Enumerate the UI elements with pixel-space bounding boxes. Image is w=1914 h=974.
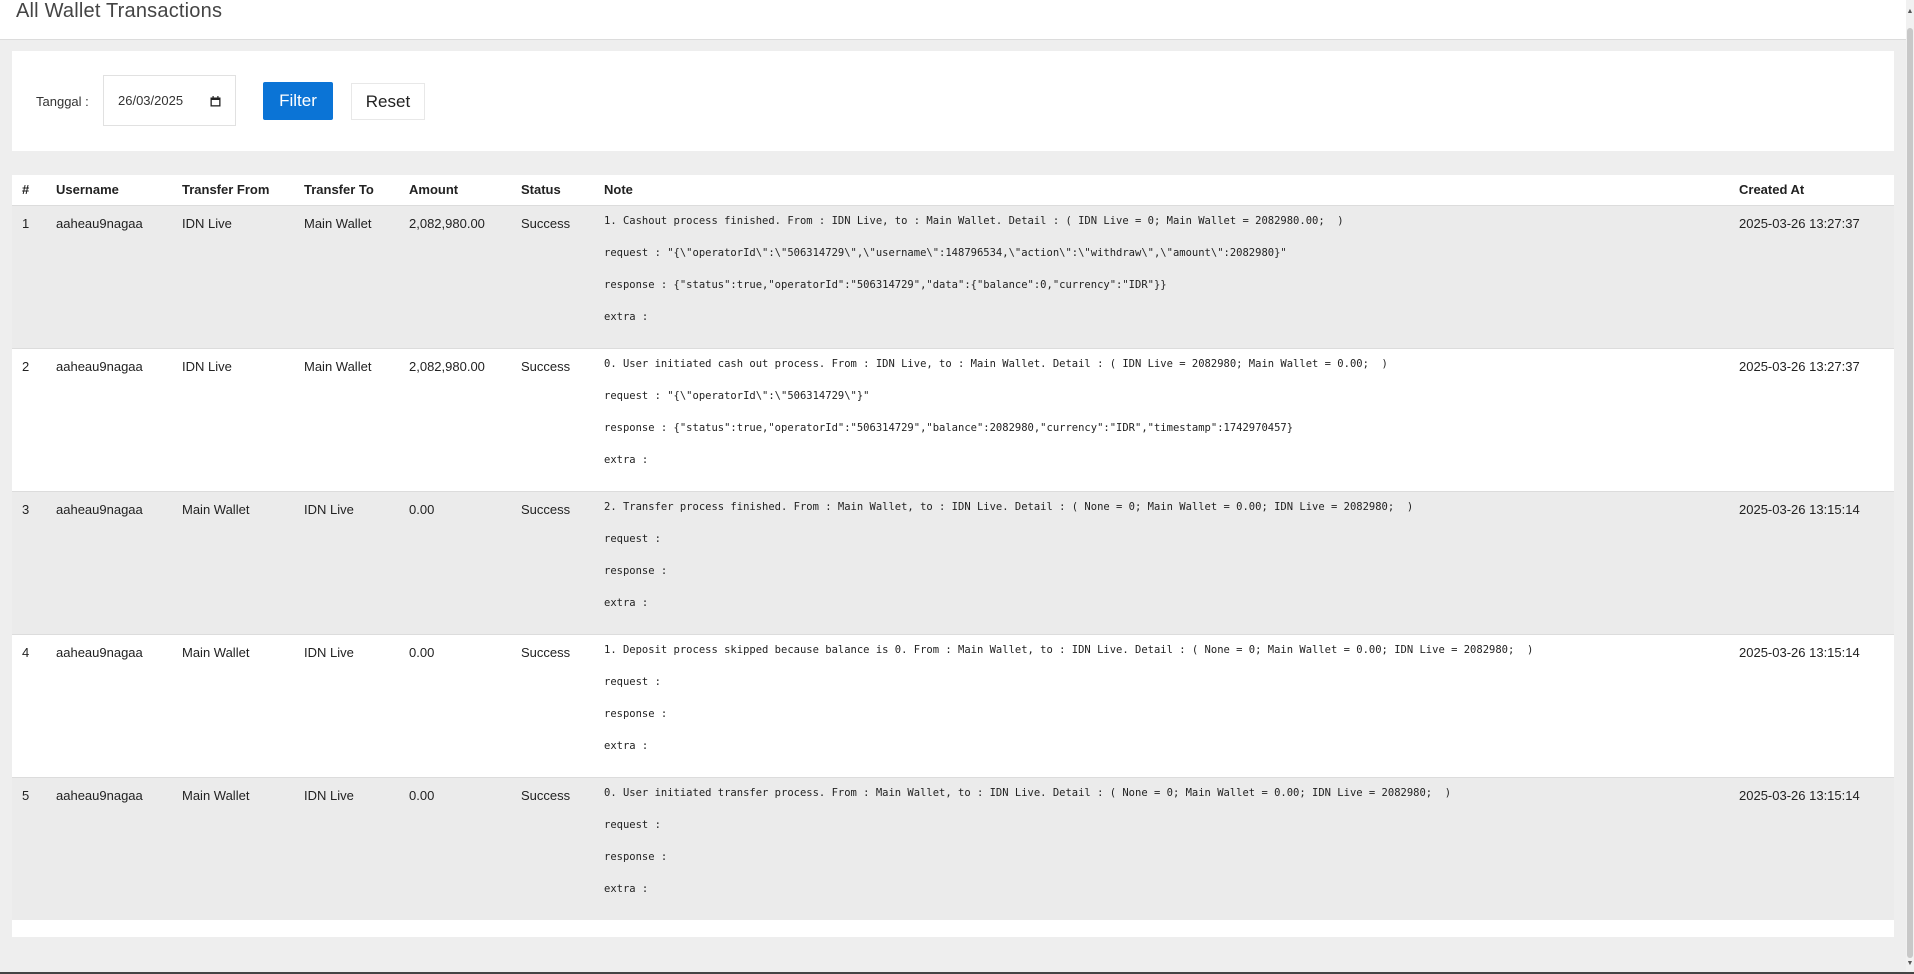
note-cell: 2. Transfer process finished. From : Mai… [594, 490, 1729, 634]
note-line: request : "{\"operatorId\":\"506314729\"… [604, 389, 870, 402]
username-cell: aaheau9nagaa [46, 204, 172, 348]
table-row: 4 aaheau9nagaa Main Wallet IDN Live 0.00 Succ… [12, 633, 1894, 777]
status-cell: Success [511, 633, 594, 777]
table-row: 3 aaheau9nagaa Main Wallet IDN Live 0.00 Succ… [12, 490, 1894, 634]
note-line: response : {"status":true,"operatorId":"… [604, 278, 1167, 291]
created-at-cell: 2025-03-26 13:27:37 [1729, 347, 1894, 491]
note-line: extra : [604, 739, 649, 752]
scrollbar-thumb[interactable] [1907, 28, 1913, 958]
note-line: request : [604, 532, 661, 545]
status-cell: Success [511, 204, 594, 348]
header-col-created-at: Created At [1729, 175, 1894, 206]
row-number: 3 [12, 490, 46, 634]
row-number: 5 [12, 776, 46, 920]
note-line: extra : [604, 453, 649, 466]
header-col-username: Username [46, 175, 172, 206]
note-line: 0. User initiated cash out process. From… [604, 357, 1388, 370]
row-number: 1 [12, 204, 46, 348]
header-col-transfer-to: Transfer To [294, 175, 399, 206]
note-line: response : [604, 850, 668, 863]
note-line: extra : [604, 310, 649, 323]
note-line: extra : [604, 882, 649, 895]
note-line: request : [604, 818, 661, 831]
note-cell: 0. User initiated transfer process. From… [594, 776, 1729, 920]
scroll-up-icon[interactable]: ▲ [1906, 6, 1914, 16]
note-cell: 1. Deposit process skipped because balan… [594, 633, 1729, 777]
transactions-table: # Username Transfer From Transfer To Amount S… [12, 175, 1894, 920]
header-col-transfer-from: Transfer From [172, 175, 294, 206]
transfer-to-cell: Main Wallet [294, 204, 399, 348]
amount-cell: 0.00 [399, 490, 511, 634]
row-number: 2 [12, 347, 46, 491]
transfer-from-cell: Main Wallet [172, 490, 294, 634]
transfer-from-cell: IDN Live [172, 347, 294, 491]
note-line: response : [604, 707, 668, 720]
transfer-from-cell: Main Wallet [172, 633, 294, 777]
table-row: 5 aaheau9nagaa Main Wallet IDN Live 0.00 Succ… [12, 776, 1894, 920]
table-row: 1 aaheau9nagaa IDN Live Main Wallet 2,082,98… [12, 204, 1894, 348]
username-cell: aaheau9nagaa [46, 633, 172, 777]
note-line: 1. Deposit process skipped because balan… [604, 643, 1534, 656]
page-header: All Wallet Transactions [0, 0, 1908, 40]
created-at-cell: 2025-03-26 13:15:14 [1729, 633, 1894, 777]
table-row: 2 aaheau9nagaa IDN Live Main Wallet 2,082,98… [12, 347, 1894, 491]
calendar-icon[interactable] [210, 96, 221, 107]
note-line: response : {"status":true,"operatorId":"… [604, 421, 1294, 434]
note-line: request : "{\"operatorId\":\"506314729\"… [604, 246, 1287, 259]
row-number: 4 [12, 633, 46, 777]
created-at-cell: 2025-03-26 13:15:14 [1729, 490, 1894, 634]
note-line: 1. Cashout process finished. From : IDN … [604, 214, 1344, 227]
table-header-row: # Username Transfer From Transfer To Amount S… [12, 175, 1894, 206]
note-line: response : [604, 564, 668, 577]
username-cell: aaheau9nagaa [46, 490, 172, 634]
status-cell: Success [511, 347, 594, 491]
amount-cell: 2,082,980.00 [399, 347, 511, 491]
scroll-down-icon[interactable]: ▼ [1906, 958, 1914, 968]
created-at-cell: 2025-03-26 13:27:37 [1729, 204, 1894, 348]
header-col-amount: Amount [399, 175, 511, 206]
page-title: All Wallet Transactions [16, 0, 223, 22]
filter-panel: Tanggal : 26/03/2025 Filter Reset [12, 51, 1894, 151]
status-cell: Success [511, 490, 594, 634]
note-line: 0. User initiated transfer process. From… [604, 786, 1452, 799]
amount-cell: 2,082,980.00 [399, 204, 511, 348]
transactions-table-panel: # Username Transfer From Transfer To Amount S… [12, 175, 1894, 937]
date-filter-label: Tanggal : [36, 94, 89, 109]
filter-button[interactable]: Filter [263, 82, 333, 120]
note-line: 2. Transfer process finished. From : Mai… [604, 500, 1414, 513]
amount-cell: 0.00 [399, 776, 511, 920]
header-col-status: Status [511, 175, 594, 206]
date-input-value: 26/03/2025 [118, 93, 184, 108]
transfer-to-cell: Main Wallet [294, 347, 399, 491]
transfer-from-cell: IDN Live [172, 204, 294, 348]
vertical-scrollbar[interactable]: ▲ ▼ [1906, 0, 1914, 974]
transfer-to-cell: IDN Live [294, 633, 399, 777]
note-cell: 0. User initiated cash out process. From… [594, 347, 1729, 491]
transfer-from-cell: Main Wallet [172, 776, 294, 920]
date-input[interactable]: 26/03/2025 [103, 75, 236, 126]
created-at-cell: 2025-03-26 13:15:14 [1729, 776, 1894, 920]
username-cell: aaheau9nagaa [46, 347, 172, 491]
transfer-to-cell: IDN Live [294, 776, 399, 920]
note-cell: 1. Cashout process finished. From : IDN … [594, 204, 1729, 348]
username-cell: aaheau9nagaa [46, 776, 172, 920]
note-line: request : [604, 675, 661, 688]
note-line: extra : [604, 596, 649, 609]
reset-button[interactable]: Reset [351, 83, 425, 120]
header-col-note: Note [594, 175, 1729, 206]
amount-cell: 0.00 [399, 633, 511, 777]
transfer-to-cell: IDN Live [294, 490, 399, 634]
header-col-num: # [12, 175, 46, 206]
status-cell: Success [511, 776, 594, 920]
